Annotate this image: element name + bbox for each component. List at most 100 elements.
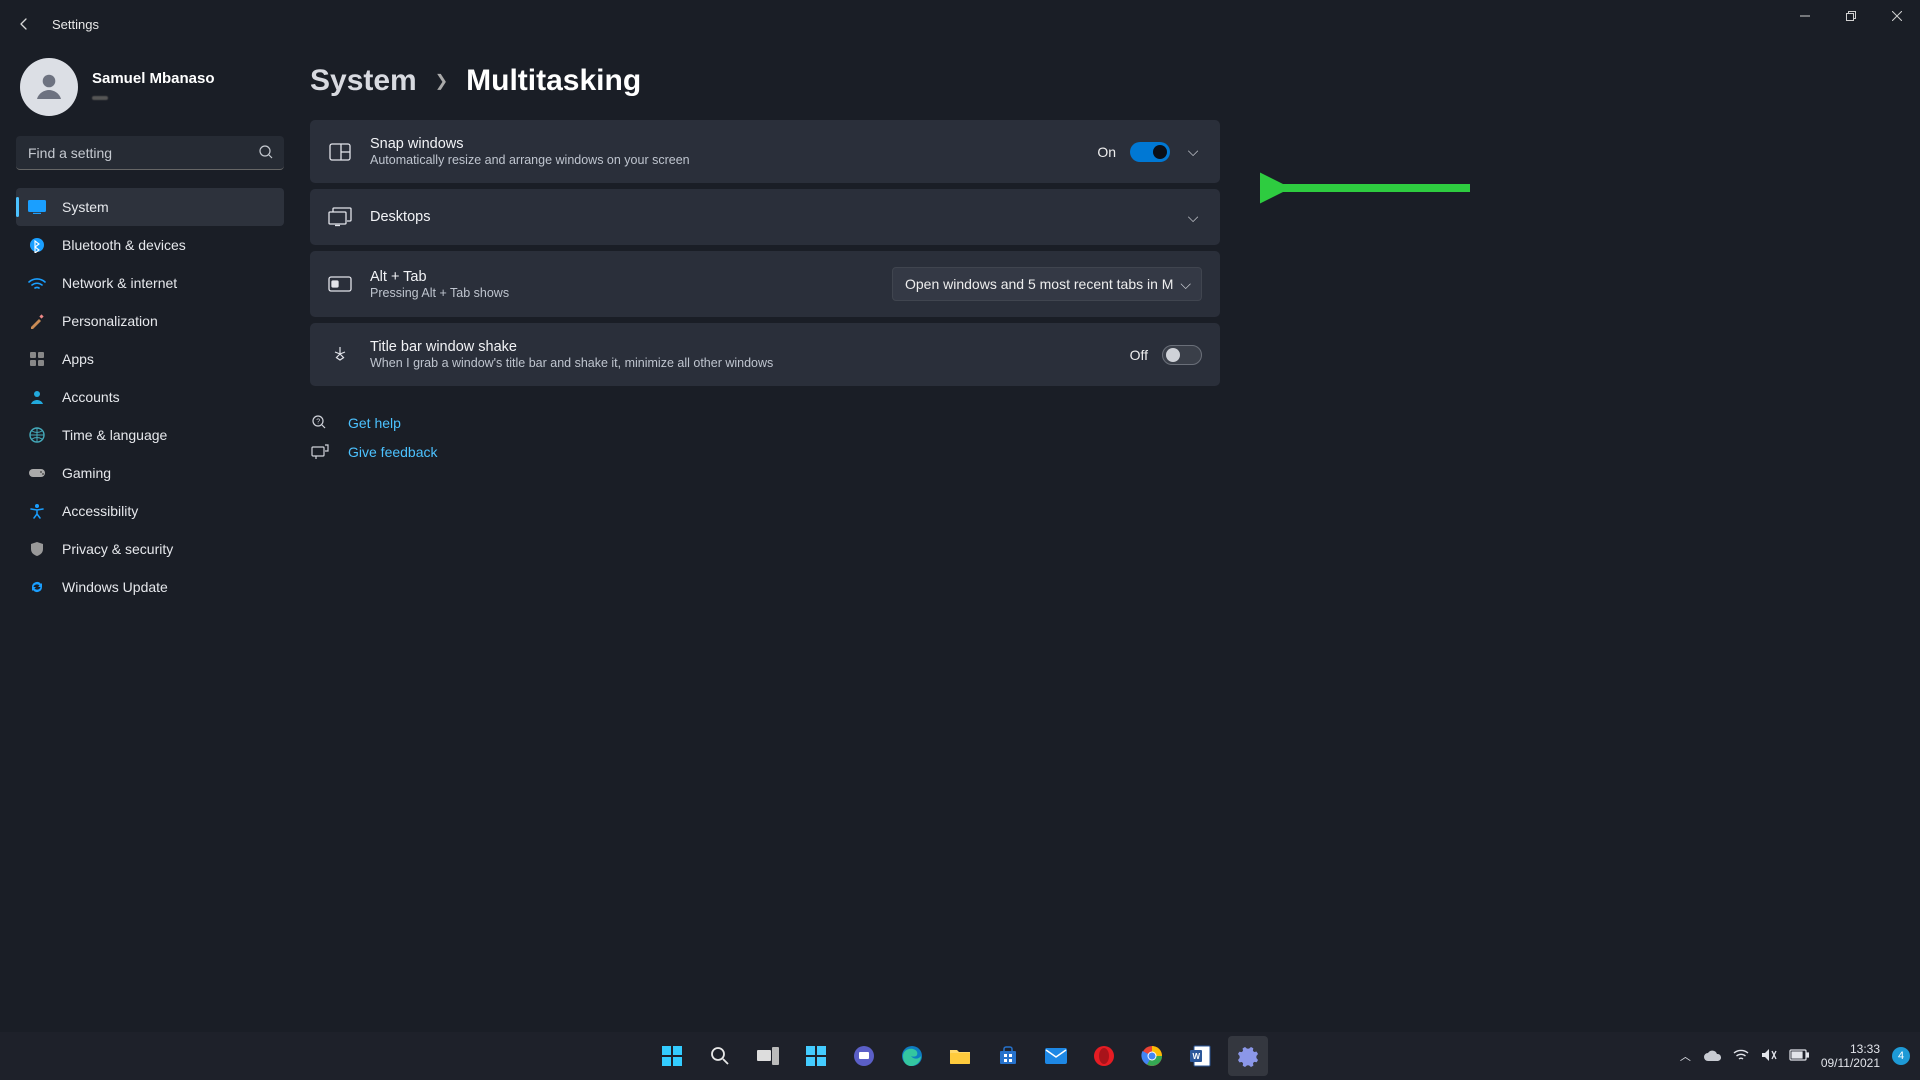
alt-tab-card: Alt + Tab Pressing Alt + Tab shows Open … [310,251,1220,317]
sidebar-item-label: Network & internet [62,275,177,291]
sidebar-item-windows-update[interactable]: Windows Update [16,568,284,606]
sidebar-item-bluetooth[interactable]: Bluetooth & devices [16,226,284,264]
window-title: Settings [52,17,99,32]
avatar [20,58,78,116]
chevron-down-icon[interactable]: ⌵ [1184,209,1202,226]
close-button[interactable] [1874,0,1920,32]
system-tray: ︿ 13:33 09/11/2021 4 [1680,1032,1910,1080]
settings-app-button[interactable] [1228,1036,1268,1076]
word-button[interactable]: W [1180,1036,1220,1076]
get-help-label: Get help [348,415,401,431]
task-view-button[interactable] [748,1036,788,1076]
sidebar-item-label: Accessibility [62,503,138,519]
search-input[interactable] [16,136,284,170]
title-bar-shake-toggle[interactable] [1162,345,1202,365]
give-feedback-link[interactable]: Give feedback [310,438,1220,466]
sidebar-item-apps[interactable]: Apps [16,340,284,378]
chrome-button[interactable] [1132,1036,1172,1076]
title-bar-shake-icon [328,343,352,367]
sidebar-item-label: System [62,199,109,215]
personalization-icon [28,312,46,330]
sidebar-item-privacy[interactable]: Privacy & security [16,530,284,568]
desktops-card[interactable]: Desktops ⌵ [310,189,1220,245]
feedback-icon [310,444,330,460]
content: System ❯ Multitasking Snap windows Autom… [300,48,1260,1032]
microsoft-store-button[interactable] [988,1036,1028,1076]
sidebar-item-label: Apps [62,351,94,367]
tray-date: 09/11/2021 [1821,1056,1880,1070]
maximize-button[interactable] [1828,0,1874,32]
snap-windows-desc: Automatically resize and arrange windows… [370,153,1079,167]
title-bar-shake-state: Off [1130,347,1148,363]
battery-icon[interactable] [1789,1049,1809,1064]
breadcrumb-root[interactable]: System [310,64,417,98]
accessibility-icon [28,502,46,520]
user-block[interactable]: Samuel Mbanaso [16,58,284,116]
onedrive-icon[interactable] [1703,1049,1721,1064]
user-name: Samuel Mbanaso [92,70,215,87]
snap-windows-icon [328,140,352,164]
snap-windows-toggle[interactable] [1130,142,1170,162]
tray-clock[interactable]: 13:33 09/11/2021 [1821,1042,1880,1070]
sidebar-item-label: Personalization [62,313,158,329]
sidebar-item-label: Gaming [62,465,111,481]
widgets-button[interactable] [796,1036,836,1076]
windows-update-icon [28,578,46,596]
back-button[interactable] [8,8,40,40]
help-links: ? Get help Give feedback [310,408,1220,466]
opera-button[interactable] [1084,1036,1124,1076]
help-icon: ? [310,414,330,432]
minimize-button[interactable] [1782,0,1828,32]
network-icon [28,274,46,292]
user-email [92,96,108,100]
taskbar-center: W [652,1036,1268,1076]
search-box[interactable] [16,136,284,170]
chat-button[interactable] [844,1036,884,1076]
search-button[interactable] [700,1036,740,1076]
notification-badge[interactable]: 4 [1892,1047,1910,1065]
svg-text:W: W [1193,1052,1201,1061]
sidebar-item-label: Windows Update [62,579,168,595]
edge-button[interactable] [892,1036,932,1076]
title-bar-shake-title: Title bar window shake [370,339,1112,355]
alt-tab-icon [328,272,352,296]
get-help-link[interactable]: ? Get help [310,408,1220,438]
alt-tab-select-value: Open windows and 5 most recent tabs in M [905,276,1173,292]
wifi-icon[interactable] [1733,1049,1749,1064]
alt-tab-title: Alt + Tab [370,269,874,285]
sidebar-item-system[interactable]: System [16,188,284,226]
apps-icon [28,350,46,368]
sidebar-item-label: Accounts [62,389,120,405]
sidebar: Samuel Mbanaso System Bluetooth & device… [0,48,300,1032]
file-explorer-button[interactable] [940,1036,980,1076]
tray-time: 13:33 [1821,1042,1880,1056]
bluetooth-icon [28,236,46,254]
snap-windows-card[interactable]: Snap windows Automatically resize and ar… [310,120,1220,183]
sidebar-item-gaming[interactable]: Gaming [16,454,284,492]
volume-icon[interactable] [1761,1048,1777,1065]
alt-tab-desc: Pressing Alt + Tab shows [370,286,874,300]
mail-button[interactable] [1036,1036,1076,1076]
desktops-icon [328,205,352,229]
desktops-title: Desktops [370,209,1166,225]
sidebar-item-time-language[interactable]: Time & language [16,416,284,454]
privacy-icon [28,540,46,558]
chevron-down-icon[interactable]: ⌵ [1184,143,1202,160]
title-bar-shake-card: Title bar window shake When I grab a win… [310,323,1220,386]
svg-text:?: ? [316,419,320,426]
sidebar-item-accessibility[interactable]: Accessibility [16,492,284,530]
alt-tab-select[interactable]: Open windows and 5 most recent tabs in M [892,267,1202,301]
start-button[interactable] [652,1036,692,1076]
sidebar-item-accounts[interactable]: Accounts [16,378,284,416]
time-language-icon [28,426,46,444]
breadcrumb: System ❯ Multitasking [310,64,1220,98]
tray-overflow-icon[interactable]: ︿ [1680,1048,1691,1064]
chevron-right-icon: ❯ [435,71,448,91]
accounts-icon [28,388,46,406]
sidebar-item-label: Bluetooth & devices [62,237,186,253]
sidebar-nav: System Bluetooth & devices Network & int… [16,188,284,606]
sidebar-item-personalization[interactable]: Personalization [16,302,284,340]
system-icon [28,198,46,216]
sidebar-item-network[interactable]: Network & internet [16,264,284,302]
titlebar: Settings [0,0,1920,48]
